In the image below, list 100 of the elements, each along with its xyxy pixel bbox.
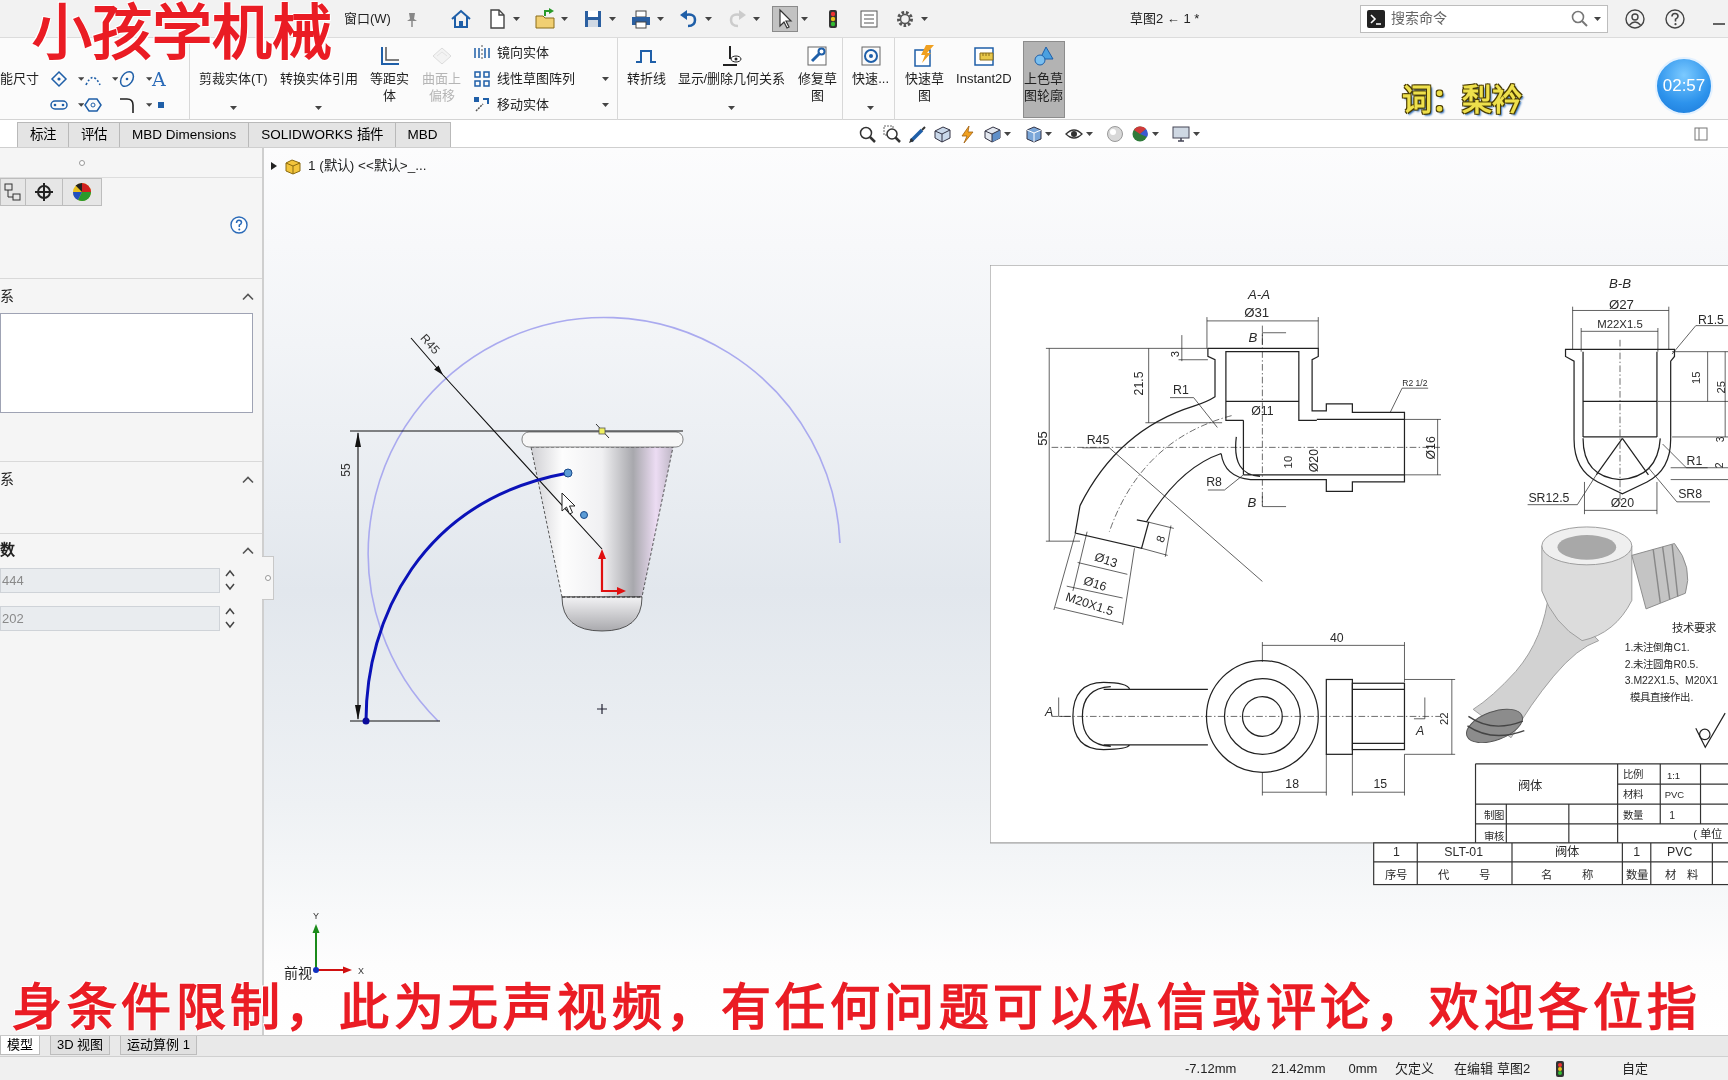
caret-icon[interactable]	[560, 16, 568, 21]
sphere-icon[interactable]	[1131, 124, 1149, 143]
shaded-shape-icon	[1031, 44, 1056, 68]
tool-label[interactable]: 能尺寸	[0, 66, 44, 89]
caret-icon[interactable]	[704, 16, 712, 21]
dimension-label: 21.5	[1132, 371, 1147, 396]
magnifier-icon[interactable]	[883, 124, 901, 143]
ribbon-button[interactable]: 显示/删除几何关系	[676, 41, 787, 118]
caret-icon[interactable]	[601, 103, 609, 107]
caret-icon[interactable]	[920, 16, 928, 21]
wrench-icon	[805, 44, 830, 68]
axis-triad-icon	[312, 924, 352, 974]
grid-pattern-icon	[472, 70, 491, 88]
endpoint-icon[interactable]	[563, 468, 573, 478]
title-block-text: 阀体	[1518, 779, 1542, 794]
axis-label: X	[358, 966, 364, 976]
ribbon-button[interactable]: 上色草图轮廓	[1022, 41, 1065, 118]
chevron-up-icon[interactable]	[242, 546, 254, 555]
endpoint-icon[interactable]	[362, 717, 370, 725]
search-input[interactable]: 搜索命令	[1391, 8, 1565, 29]
caret-icon[interactable]	[1594, 16, 1601, 21]
caret-icon[interactable]	[1086, 131, 1093, 136]
tab[interactable]: 运动算例 1	[120, 1036, 198, 1055]
notes-title: 技术要求	[1672, 621, 1717, 634]
pencil-icon[interactable]	[908, 124, 926, 143]
lightning-icon[interactable]	[958, 124, 976, 143]
ribbon-button[interactable]: 快速...	[851, 41, 891, 118]
user-icon[interactable]	[1625, 8, 1645, 29]
tab[interactable]: 评估	[68, 122, 120, 147]
help-icon[interactable]	[230, 216, 248, 234]
chevron-up-icon[interactable]	[242, 291, 254, 301]
caret-icon[interactable]	[800, 16, 808, 21]
status-text: -7.12mm	[1185, 1059, 1237, 1078]
dimension-label: 15	[1373, 777, 1388, 792]
text-tool-button[interactable]: A	[152, 67, 182, 91]
tab[interactable]: 模型	[0, 1036, 40, 1055]
spinner-icon[interactable]	[224, 568, 236, 592]
caret-icon[interactable]	[77, 77, 84, 81]
sphere-icon[interactable]	[1106, 124, 1124, 143]
caret-icon[interactable]	[727, 106, 735, 110]
caret-icon[interactable]	[145, 103, 152, 107]
ribbon-button[interactable]: 快速草图	[903, 41, 946, 118]
traffic-light-icon[interactable]	[1556, 1060, 1565, 1077]
caret-icon[interactable]	[77, 103, 84, 107]
parts-list-text: 1	[1633, 845, 1640, 860]
caret-icon[interactable]	[601, 77, 609, 81]
panel-tab[interactable]	[25, 178, 63, 206]
ribbon-button[interactable]: 修复草图	[796, 41, 839, 118]
center-point-icon[interactable]	[580, 511, 588, 519]
dimension-label[interactable]: R45	[417, 331, 443, 357]
dimension-label[interactable]: 55	[339, 463, 353, 477]
tab[interactable]: MBD	[394, 122, 451, 147]
caret-icon[interactable]	[145, 77, 152, 81]
hexagon-icon	[84, 96, 102, 114]
ribbon-button[interactable]: 镜向实体	[472, 40, 613, 66]
tab[interactable]: SOLIDWORKS 插件	[248, 122, 396, 147]
ribbon-button[interactable]: 线性草图阵列	[472, 66, 613, 92]
help-icon[interactable]	[1665, 8, 1685, 29]
spinner-icon[interactable]	[224, 606, 236, 630]
panel-tab[interactable]	[62, 178, 102, 206]
ribbon-button[interactable]: Instant2D	[955, 41, 1013, 118]
box-icon[interactable]	[933, 124, 951, 143]
search-field[interactable]: 搜索命令	[1360, 4, 1608, 33]
lightning-sheet-icon	[912, 44, 937, 68]
caret-icon[interactable]	[656, 16, 664, 21]
monitor-icon[interactable]	[1172, 124, 1190, 143]
ribbon-button[interactable]: 等距实体	[368, 41, 411, 118]
caret-icon[interactable]	[1004, 131, 1011, 136]
pane-icon[interactable]	[1694, 126, 1708, 141]
caret-icon[interactable]	[1045, 131, 1052, 136]
expand-arrow-icon[interactable]	[270, 161, 278, 172]
ribbon-button[interactable]: 转折线	[625, 41, 667, 118]
magnifier-icon[interactable]	[858, 124, 876, 143]
box-icon[interactable]	[983, 124, 1001, 143]
status-text: 在编辑 草图2	[1454, 1059, 1531, 1078]
dimension-label: Ø31	[1244, 305, 1270, 321]
tree-icon	[4, 182, 22, 202]
menu-item[interactable]: 窗口(W)	[344, 8, 391, 29]
panel-handle[interactable]	[262, 556, 274, 600]
caret-icon[interactable]	[1152, 131, 1159, 136]
caret-icon[interactable]	[867, 106, 875, 110]
toolbar-button[interactable]	[771, 5, 798, 32]
caret-icon[interactable]	[1193, 131, 1200, 136]
chevron-up-icon[interactable]	[242, 474, 254, 484]
status-text: 欠定义	[1395, 1059, 1435, 1078]
dimension-label: Ø13	[1092, 549, 1120, 571]
caret-icon[interactable]	[229, 106, 237, 110]
dimension-label: Ø11	[1251, 403, 1274, 418]
tab[interactable]: 标注	[17, 122, 69, 147]
dimension-label: 3	[1715, 436, 1727, 443]
tab[interactable]: 3D 视图	[50, 1036, 111, 1055]
search-icon[interactable]	[1571, 10, 1588, 27]
caret-icon[interactable]	[608, 16, 616, 21]
tree-item-label[interactable]: 1 (默认) <<默认>_...	[308, 156, 427, 177]
cube-icon[interactable]	[1024, 124, 1042, 143]
caret-icon[interactable]	[111, 77, 118, 81]
ribbon-button[interactable]: 移动实体	[472, 92, 613, 118]
caret-icon[interactable]	[512, 16, 520, 21]
tab[interactable]: MBD Dimensions	[119, 122, 250, 147]
caret-icon[interactable]	[315, 106, 323, 110]
